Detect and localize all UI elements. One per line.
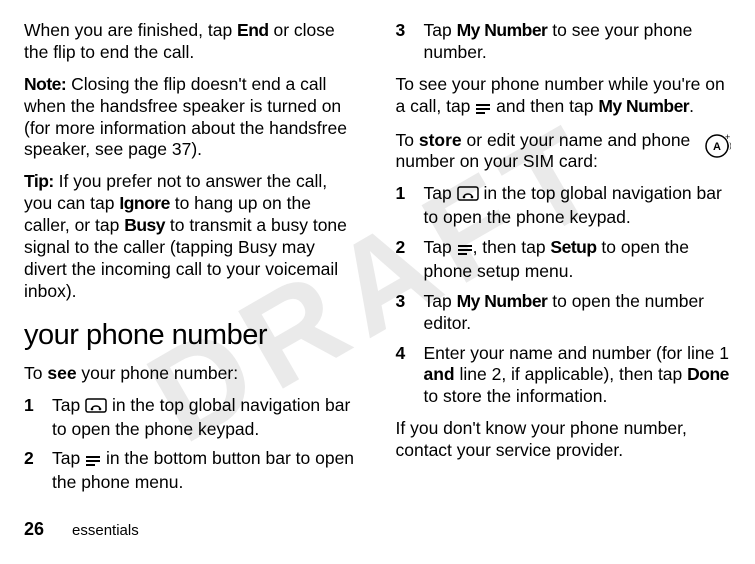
para-note: Note: Closing the flip doesn't end a cal… [24, 74, 360, 162]
menu-icon [475, 98, 491, 120]
page-number: 26 [24, 518, 44, 541]
text: line 2, if applicable), then tap [455, 364, 688, 384]
text: Tap [424, 20, 457, 40]
para-end-call: When you are finished, tap End or close … [24, 20, 360, 64]
text: To [396, 130, 419, 150]
text: Tap [424, 183, 457, 203]
step-num: 3 [396, 20, 410, 64]
phone-icon [85, 397, 107, 419]
svg-text:+: + [725, 132, 730, 142]
label-see: see [47, 363, 76, 383]
step-1: 1 Tap in the top global navigation bar t… [24, 395, 360, 441]
label-mynumber: My Number [598, 96, 689, 116]
text: Closing the flip doesn't end a call when… [24, 74, 347, 160]
footer-section: essentials [72, 522, 139, 541]
text: Tap [424, 291, 457, 311]
step-text: Tap in the top global navigation bar to … [424, 183, 732, 229]
step-num: 1 [24, 395, 38, 441]
label-mynumber: My Number [457, 20, 548, 40]
para-oncall: To see your phone number while you're on… [396, 74, 732, 120]
sim-badge-icon: A +)) [703, 132, 731, 166]
menu-icon [457, 239, 473, 261]
label-mynumber: My Number [457, 291, 548, 311]
text: Enter your name and number (for line 1 [424, 343, 729, 363]
svg-text:A: A [713, 141, 721, 153]
label-and: and [424, 364, 455, 384]
step-num: 2 [24, 448, 38, 494]
step-1b: 1 Tap in the top global navigation bar t… [396, 183, 732, 229]
step-num: 3 [396, 291, 410, 335]
step-text: Tap in the top global navigation bar to … [52, 395, 360, 441]
heading-your-phone-number: your phone number [24, 317, 360, 353]
text: Tap [52, 448, 85, 468]
store-steps: 1 Tap in the top global navigation bar t… [396, 183, 732, 408]
step-2: 2 Tap in the bottom button bar to open t… [24, 448, 360, 494]
para-provider: If you don't know your phone number, con… [396, 418, 732, 462]
step-text: Tap My Number to see your phone number. [424, 20, 732, 64]
step-4b: 4 Enter your name and number (for line 1… [396, 343, 732, 409]
step-num: 1 [396, 183, 410, 229]
label-tip: Tip: [24, 171, 54, 191]
label-busy: Busy [124, 215, 165, 235]
step-text: Enter your name and number (for line 1 a… [424, 343, 732, 409]
text: , then tap [473, 237, 551, 257]
content-columns: When you are finished, tap End or close … [24, 20, 731, 510]
step-text: Tap , then tap Setup to open the phone s… [424, 237, 732, 283]
step-num: 4 [396, 343, 410, 409]
text: and then tap [491, 96, 598, 116]
para-store: A+)) To store or edit your name and phon… [396, 130, 732, 174]
page-footer: 26 essentials [24, 518, 731, 541]
svg-text:)): )) [727, 143, 731, 150]
menu-icon [85, 450, 101, 472]
label-store: store [419, 130, 462, 150]
text: Tap [424, 237, 457, 257]
step-num: 2 [396, 237, 410, 283]
step-text: Tap My Number to open the number editor. [424, 291, 732, 335]
text: When you are finished, tap [24, 20, 237, 40]
label-ignore: Ignore [119, 193, 169, 213]
phone-icon [457, 185, 479, 207]
text: . [689, 96, 694, 116]
text: your phone number: [77, 363, 239, 383]
text: Tap [52, 395, 85, 415]
label-done: Done [687, 364, 729, 384]
step-text: Tap in the bottom button bar to open the… [52, 448, 360, 494]
label-setup: Setup [550, 237, 596, 257]
step-2b: 2 Tap , then tap Setup to open the phone… [396, 237, 732, 283]
para-tip: Tip: If you prefer not to answer the cal… [24, 171, 360, 302]
para-see: To see your phone number: [24, 363, 360, 385]
label-end: End [237, 20, 269, 40]
text: to store the information. [424, 386, 608, 406]
label-note: Note: [24, 74, 66, 94]
text: To [24, 363, 47, 383]
step-3: 3 Tap My Number to see your phone number… [396, 20, 732, 64]
step-3b: 3 Tap My Number to open the number edito… [396, 291, 732, 335]
